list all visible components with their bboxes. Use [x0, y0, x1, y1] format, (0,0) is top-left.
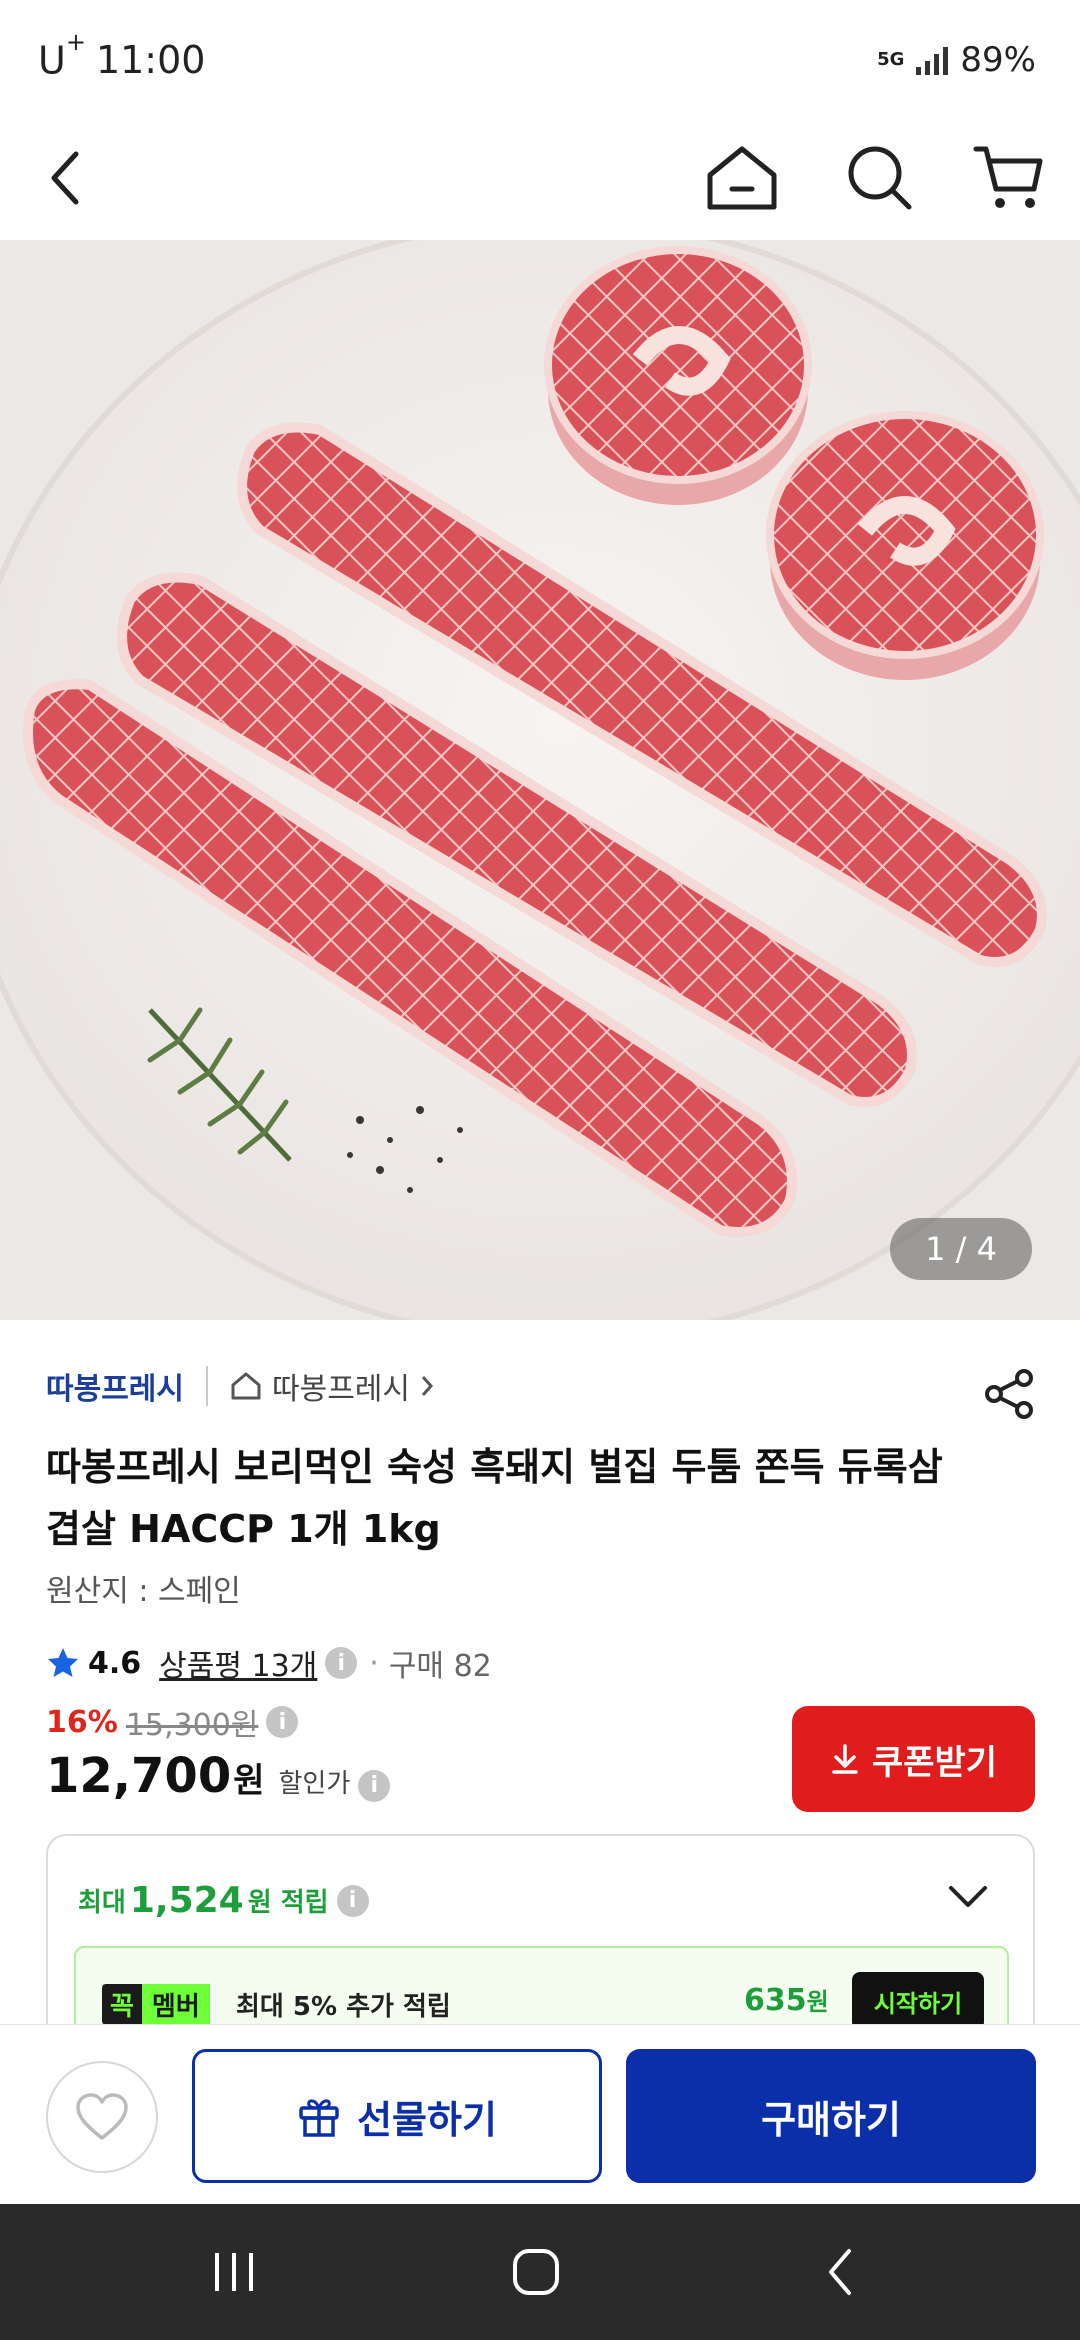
discount-row: 16% 15,300원 i — [46, 1700, 390, 1744]
status-left: U+ 11:00 — [38, 27, 206, 83]
review-info-icon[interactable]: i — [325, 1647, 358, 1679]
carrier-name: U+ — [38, 27, 86, 83]
recent-apps-button[interactable] — [174, 2234, 294, 2310]
star-icon — [48, 1648, 78, 1677]
heart-icon — [76, 2093, 128, 2140]
back-arrow-icon — [51, 151, 79, 205]
price-label: 할인가 — [278, 1769, 351, 1799]
back-nav-icon — [829, 2249, 851, 2295]
cart-button[interactable] — [966, 136, 1050, 220]
gift-icon — [299, 2099, 339, 2137]
clock: 11:00 — [95, 38, 206, 82]
store-link[interactable]: 따봉프레시 — [230, 1364, 434, 1408]
separator-dot: · — [369, 1645, 379, 1681]
top-app-bar — [0, 120, 1080, 238]
currency-unit: 원 — [233, 1761, 265, 1801]
status-right: 5G 89% — [877, 40, 1036, 80]
discount-rate: 16% — [46, 1704, 118, 1740]
sale-price: 12,700 — [46, 1748, 232, 1804]
product-title: 따봉프레시 보리먹인 숙성 흑돼지 벌집 두툼 쫀득 듀록삼겹살 HACCP 1… — [46, 1445, 943, 1551]
share-button[interactable] — [984, 1368, 1036, 1424]
wishlist-button[interactable] — [46, 2061, 158, 2173]
reward-summary: 최대 1,524 원 적립 i — [78, 1880, 369, 1921]
reward-suffix: 원 적립 — [247, 1888, 329, 1918]
origin-info: 원산지 : 스페인 — [46, 1574, 241, 1609]
share-icon — [985, 1369, 1033, 1419]
status-bar: U+ 11:00 5G 89% — [0, 0, 1080, 120]
store-link-label: 따봉프레시 — [272, 1372, 410, 1407]
chevron-down-icon — [949, 1886, 987, 1907]
brand-row: 따봉프레시 따봉프레시 — [46, 1360, 1036, 1412]
home-nav-button[interactable] — [476, 2234, 596, 2310]
brand-name[interactable]: 따봉프레시 — [46, 1364, 184, 1408]
network-type: 5G — [877, 49, 905, 70]
coupon-button-label: 쿠폰받기 — [871, 1742, 998, 1783]
original-price: 15,300원 — [125, 1708, 259, 1743]
gift-button-label: 선물하기 — [357, 2097, 497, 2142]
battery-level: 89% — [960, 40, 1036, 80]
sale-price-row: 12,700 원 할인가 i — [46, 1748, 391, 1804]
product-image-carousel[interactable]: 1 / 4 — [0, 240, 1080, 1320]
image-counter: 1 / 4 — [890, 1218, 1032, 1280]
home-nav-icon — [513, 2249, 559, 2295]
sale-price-info-icon[interactable]: i — [358, 1769, 391, 1802]
price-info-icon[interactable]: i — [266, 1706, 299, 1738]
download-icon — [832, 1744, 858, 1774]
back-button[interactable] — [26, 138, 106, 218]
rating-row: 4.6 상품평 13개 i · 구매 82 — [46, 1640, 1036, 1686]
rating-value: 4.6 — [88, 1645, 142, 1681]
gift-button[interactable]: 선물하기 — [192, 2049, 602, 2183]
product-info: 따봉프레시 따봉프레시 따봉프레시 보리먹인 숙성 흑돼지 벌집 두툼 쫀득 듀… — [46, 1360, 1036, 1686]
chevron-right-icon — [421, 1376, 434, 1396]
search-button[interactable] — [838, 136, 922, 220]
store-home-icon — [231, 1372, 261, 1400]
start-membership-button[interactable]: 시작하기 — [852, 1972, 984, 2030]
member-badge: 꼭 멤버 — [102, 1984, 210, 2025]
reward-prefix: 최대 — [78, 1888, 126, 1918]
member-promo-text: 최대 5% 추가 적립 — [236, 1992, 451, 2022]
system-nav-bar — [0, 2204, 1080, 2340]
reward-info-icon[interactable]: i — [336, 1884, 369, 1917]
product-photo — [0, 240, 1080, 1320]
signal-icon — [916, 45, 949, 75]
coupon-button[interactable]: 쿠폰받기 — [792, 1706, 1035, 1812]
recent-apps-icon — [215, 2253, 253, 2291]
reward-amount: 1,524 — [129, 1880, 244, 1921]
member-amount: 635원 — [744, 1983, 829, 2018]
price-block: 16% 15,300원 i 12,700 원 할인가 i — [46, 1700, 391, 1804]
back-nav-button[interactable] — [780, 2234, 900, 2310]
buy-button[interactable]: 구매하기 — [626, 2049, 1036, 2183]
brand-divider — [206, 1366, 208, 1406]
home-button[interactable] — [700, 136, 784, 220]
review-link[interactable]: 상품평 13개 — [159, 1641, 317, 1685]
cart-icon — [973, 146, 1043, 208]
expand-toggle[interactable] — [947, 1884, 989, 1914]
search-icon — [848, 146, 912, 210]
member-badge-m: 멤버 — [141, 1984, 210, 2025]
home-icon — [707, 146, 777, 210]
member-badge-k: 꼭 — [102, 1984, 142, 2025]
bottom-action-bar: 선물하기 구매하기 — [0, 2024, 1080, 2204]
purchase-count: 구매 82 — [388, 1649, 492, 1684]
